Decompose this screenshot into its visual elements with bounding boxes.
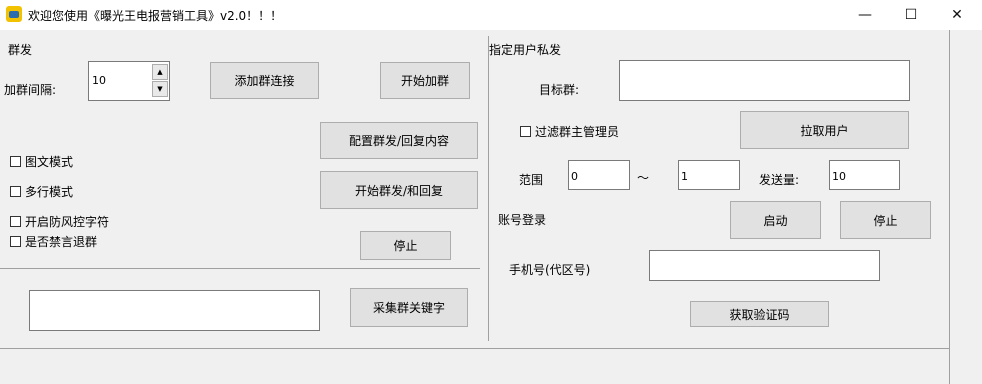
mute-quit-label: 是否禁言退群	[25, 235, 98, 249]
start-button[interactable]: 启动	[730, 201, 821, 239]
config-mass-reply-button[interactable]: 配置群发/回复内容	[320, 122, 478, 159]
phone-label: 手机号(代区号)	[509, 263, 591, 277]
start-mass-reply-button[interactable]: 开始群发/和回复	[320, 171, 478, 209]
minimize-button[interactable]: —	[842, 0, 888, 30]
send-count-value: 10	[832, 170, 846, 183]
spin-up-icon[interactable]: ▲	[152, 64, 168, 80]
start-join-group-button[interactable]: 开始加群	[380, 62, 470, 99]
range-from-value: 0	[571, 170, 578, 183]
join-interval-value: 10	[92, 74, 106, 87]
checkbox-icon	[520, 126, 531, 137]
mute-quit-checkbox[interactable]: 是否禁言退群	[10, 233, 97, 250]
checkbox-icon	[10, 156, 21, 167]
stop-button[interactable]: 停止	[840, 201, 931, 239]
range-to-input[interactable]: 1	[678, 160, 740, 190]
keyword-input[interactable]	[29, 290, 320, 331]
checkbox-icon	[10, 216, 21, 227]
checkbox-icon	[10, 186, 21, 197]
account-login-label: 账号登录	[498, 213, 547, 227]
range-separator: ～	[637, 171, 650, 185]
section-divider	[488, 36, 489, 341]
join-interval-stepper[interactable]: 10 ▲ ▼	[88, 61, 170, 101]
pull-users-button[interactable]: 拉取用户	[740, 111, 909, 149]
multiline-mode-label: 多行模式	[25, 185, 74, 199]
anti-risk-label: 开启防风控字符	[25, 215, 110, 229]
app-icon	[6, 6, 22, 22]
send-count-input[interactable]: 10	[829, 160, 900, 190]
image-text-mode-label: 图文模式	[25, 155, 74, 169]
mass-send-section-title: 群发	[8, 43, 33, 57]
collect-keyword-button[interactable]: 采集群关键字	[350, 288, 468, 327]
add-group-link-button[interactable]: 添加群连接	[210, 62, 319, 99]
bottom-divider	[0, 348, 950, 349]
left-divider	[0, 268, 480, 269]
target-group-label: 目标群:	[539, 83, 580, 97]
right-border	[949, 30, 950, 384]
filter-admin-checkbox[interactable]: 过滤群主管理员	[520, 123, 619, 140]
multiline-mode-checkbox[interactable]: 多行模式	[10, 183, 73, 200]
checkbox-icon	[10, 236, 21, 247]
filter-admin-label: 过滤群主管理员	[535, 125, 620, 139]
maximize-button[interactable]: ☐	[888, 0, 934, 30]
range-label: 范围	[519, 173, 544, 187]
range-to-value: 1	[681, 170, 688, 183]
stop-mass-button[interactable]: 停止	[360, 231, 451, 260]
window-title: 欢迎您使用《曝光王电报营销工具》v2.0！！！	[28, 9, 283, 23]
close-button[interactable]: ✕	[934, 0, 980, 30]
join-interval-label: 加群间隔:	[4, 83, 57, 97]
get-code-button[interactable]: 获取验证码	[690, 301, 829, 327]
target-group-input[interactable]	[619, 60, 910, 101]
private-send-section-title: 指定用户私发	[489, 43, 562, 57]
send-count-label: 发送量:	[759, 173, 800, 187]
range-from-input[interactable]: 0	[568, 160, 630, 190]
spin-down-icon[interactable]: ▼	[152, 81, 168, 97]
phone-input[interactable]	[649, 250, 880, 281]
image-text-mode-checkbox[interactable]: 图文模式	[10, 153, 73, 170]
anti-risk-checkbox[interactable]: 开启防风控字符	[10, 213, 109, 230]
